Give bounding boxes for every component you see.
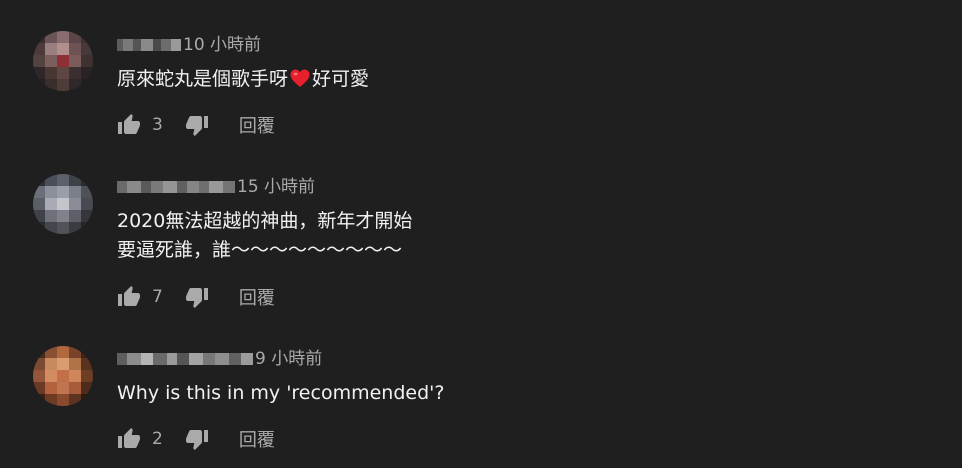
comment-actions: 2 回覆 bbox=[117, 426, 275, 452]
avatar[interactable] bbox=[33, 31, 93, 91]
comment-text: 原來蛇丸是個歌手呀 好可愛 bbox=[117, 65, 369, 97]
comment-header: 15 小時前 bbox=[117, 176, 315, 198]
author-name-redacted[interactable] bbox=[117, 353, 253, 365]
like-count: 3 bbox=[152, 115, 163, 135]
thumbs-down-icon bbox=[185, 288, 208, 308]
comment-header: 9 小時前 bbox=[117, 348, 322, 370]
avatar[interactable] bbox=[33, 174, 93, 234]
comment-actions: 3 回覆 bbox=[117, 112, 275, 138]
comment-text-part: 好可愛 bbox=[312, 68, 370, 90]
comment-timestamp[interactable]: 9 小時前 bbox=[255, 348, 322, 370]
comment-text-line: 要逼死誰，誰～～～～～～～～～ bbox=[117, 239, 403, 261]
like-button[interactable] bbox=[117, 285, 141, 309]
thumbs-down-icon bbox=[185, 430, 208, 450]
thumbs-up-icon bbox=[118, 428, 140, 448]
author-name-redacted[interactable] bbox=[117, 181, 235, 193]
comment-timestamp[interactable]: 15 小時前 bbox=[237, 176, 315, 198]
author-name-redacted[interactable] bbox=[117, 39, 181, 51]
dislike-button[interactable] bbox=[185, 285, 209, 309]
comment-text: Why is this in my 'recommended'? bbox=[117, 382, 445, 404]
comment-header: 10 小時前 bbox=[117, 34, 261, 56]
thumbs-up-icon bbox=[118, 114, 140, 134]
like-count: 7 bbox=[152, 287, 163, 307]
like-count: 2 bbox=[152, 429, 163, 449]
comment-text-part: 原來蛇丸是個歌手呀 bbox=[117, 68, 289, 90]
thumbs-up-icon bbox=[118, 286, 140, 306]
like-button[interactable] bbox=[117, 427, 141, 451]
reply-button[interactable]: 回覆 bbox=[239, 112, 275, 138]
dislike-button[interactable] bbox=[185, 427, 209, 451]
comment-text-line: 2020無法超越的神曲，新年才開始 bbox=[117, 210, 413, 232]
comment-text: 2020無法超越的神曲，新年才開始 要逼死誰，誰～～～～～～～～～ bbox=[117, 207, 412, 265]
comment-actions: 7 回覆 bbox=[117, 284, 275, 310]
reply-button[interactable]: 回覆 bbox=[239, 284, 275, 310]
like-button[interactable] bbox=[117, 113, 141, 137]
thumbs-down-icon bbox=[185, 116, 208, 136]
avatar[interactable] bbox=[33, 346, 93, 406]
dislike-button[interactable] bbox=[185, 113, 209, 137]
reply-button[interactable]: 回覆 bbox=[239, 426, 275, 452]
comment-timestamp[interactable]: 10 小時前 bbox=[183, 34, 261, 56]
red-heart-emoji bbox=[290, 68, 310, 97]
